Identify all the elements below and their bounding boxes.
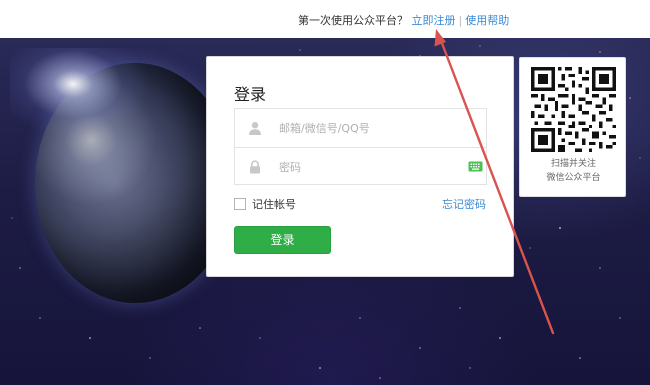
lock-icon [250,160,260,174]
password-input[interactable] [279,157,459,177]
credential-fields [234,108,487,185]
qr-caption: 扫描并关注 微信公众平台 [520,157,627,185]
qr-caption-line2: 微信公众平台 [546,173,601,183]
register-link[interactable]: 立即注册 [412,14,456,27]
username-input[interactable] [279,118,459,138]
top-bar: 第一次使用公众平台？ 立即注册 | 使用帮助 [0,0,650,38]
light-flare [10,48,150,138]
help-link[interactable]: 使用帮助 [465,14,509,27]
remember-label: 记住帐号 [252,198,296,211]
username-field-row [235,109,486,147]
keyboard-icon[interactable] [468,161,483,172]
qr-caption-line1: 扫描并关注 [550,159,596,169]
qr-panel: 扫描并关注 微信公众平台 [519,57,626,197]
top-links: 第一次使用公众平台？ 立即注册 | 使用帮助 [298,12,509,28]
login-panel: 登录 邮箱/微信号/QQ号 记住帐号 忘记密码 登录 [206,56,514,277]
login-title: 登录 [234,85,267,104]
login-button[interactable]: 登录 [234,226,331,254]
qr-code-image [531,67,616,152]
forgot-password-link[interactable]: 忘记密码 [442,196,486,212]
link-separator: | [458,14,463,27]
remember-checkbox[interactable] [234,198,246,210]
user-icon [249,122,261,135]
first-time-prompt: 第一次使用公众平台？ [298,14,408,27]
remember-account[interactable]: 记住帐号 [234,196,296,212]
password-field-row [235,147,486,185]
